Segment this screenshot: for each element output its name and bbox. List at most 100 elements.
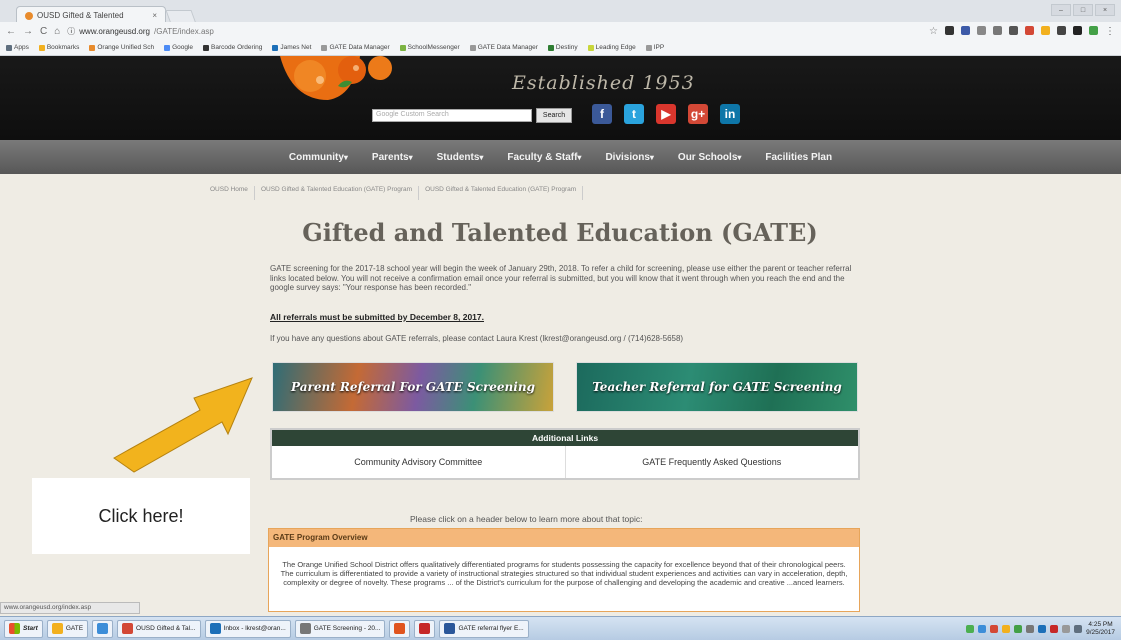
system-tray: 4:25 PM 9/25/2017 [966,621,1121,637]
extension-icon[interactable] [1025,25,1034,35]
nav-item[interactable]: Faculty & Staff▾ [495,152,593,163]
taskbar-item[interactable]: Inbox - lkrest@oran... [204,619,291,638]
forward-arrow-icon[interactable]: → [23,26,33,37]
gate-overview-header[interactable]: GATE Program Overview [269,529,859,547]
taskbar-item[interactable]: OUSD Gifted & Tal... [117,619,201,638]
nav-item[interactable]: Our Schools▾ [666,152,753,163]
bookmark-label: Leading Edge [595,44,636,51]
established-text: Established 1953 [512,72,695,94]
bookmark-item[interactable]: Orange Unified Sch [89,44,154,51]
address-bar[interactable]: ⓘ www.orangeusd.org/GATE/index.asp [67,26,214,37]
breadcrumb: OUSD Home OUSD Gifted & Talented Educatio… [210,186,730,200]
taskbar-app-icon [51,623,63,634]
youtube-icon[interactable]: ▶ [656,104,676,124]
taskbar-item[interactable] [92,619,114,638]
bookmark-item[interactable]: Destiny [547,44,578,51]
extension-icon[interactable] [1009,25,1018,35]
tray-icon[interactable] [978,624,987,633]
google-plus-icon[interactable]: g+ [688,104,708,124]
twitter-icon[interactable]: t [624,104,644,124]
bookmark-item[interactable]: Apps [6,44,29,51]
maximize-button[interactable]: □ [1073,4,1093,16]
system-clock[interactable]: 4:25 PM 9/25/2017 [1086,621,1115,637]
bookmark-item[interactable]: IPP [645,44,664,51]
tray-icon[interactable] [966,624,975,633]
start-button[interactable]: Start [4,619,43,638]
extension-icon[interactable] [1073,25,1082,35]
tray-icon[interactable] [1014,624,1023,633]
taskbar-item[interactable] [414,619,436,638]
nav-item[interactable]: Community▾ [277,152,360,163]
taskbar-item[interactable] [389,619,411,638]
extension-icon[interactable] [993,25,1002,35]
bookmark-icon [164,44,171,51]
parent-referral-button[interactable]: Parent Referral For GATE Screening [272,362,554,412]
browser-toolbar: ← → C ⌂ ⓘ www.orangeusd.org/GATE/index.a… [0,22,1121,40]
nav-item-label: Facilities Plan [765,151,833,163]
breadcrumb-item[interactable]: OUSD Home [210,186,255,200]
taskbar-item-label: OUSD Gifted & Tal... [136,625,196,632]
back-arrow-icon[interactable]: ← [6,26,16,37]
facebook-icon[interactable]: f [592,104,612,124]
status-bar-url: www.orangeusd.org/index.asp [0,602,140,614]
taskbar-item[interactable]: GATE [46,619,89,638]
clock-time: 4:25 PM [1088,620,1113,628]
star-icon[interactable]: ☆ [929,26,938,37]
volume-icon[interactable] [1074,624,1083,633]
extension-icon[interactable] [945,25,954,35]
orange-favicon-icon [25,11,33,20]
tray-icon[interactable] [1038,624,1047,633]
bookmark-item[interactable]: SchoolMessenger [399,44,460,51]
bookmark-label: Barcode Ordering [211,44,263,51]
home-icon[interactable]: ⌂ [54,26,60,37]
tray-icon[interactable] [1062,624,1071,633]
window-controls: – □ × [1051,4,1115,16]
deadline-notice: All referrals must be submitted by Decem… [270,312,485,322]
nav-item[interactable]: Parents▾ [360,152,425,163]
page-title: Gifted and Talented Education (GATE) [302,218,818,247]
menu-icon[interactable]: ⋮ [1105,26,1115,37]
bookmark-item[interactable]: GATE Data Manager [321,44,390,51]
extension-icon[interactable] [961,25,970,35]
bookmark-item[interactable]: James Net [272,44,311,51]
extension-icon[interactable] [1041,25,1050,35]
extension-icon[interactable] [1089,25,1098,35]
extension-icon[interactable] [1057,25,1066,35]
nav-item[interactable]: Students▾ [425,152,496,163]
linkedin-icon[interactable]: in [720,104,740,124]
community-advisory-committee-link[interactable]: Community Advisory Committee [272,446,565,478]
extension-icon[interactable] [977,25,986,35]
bookmark-item[interactable]: GATE Data Manager [469,44,538,51]
tray-icon[interactable] [1050,624,1059,633]
oranges-logo [280,56,392,100]
gate-faq-link[interactable]: GATE Frequently Asked Questions [564,446,859,478]
tab-close-icon[interactable]: × [152,11,157,20]
nav-item-label: Students [436,151,480,163]
bookmark-icon [587,44,594,51]
minimize-button[interactable]: – [1051,4,1071,16]
teacher-referral-button[interactable]: Teacher Referral for GATE Screening [576,362,858,412]
bookmark-item[interactable]: Barcode Ordering [203,44,262,51]
nav-item[interactable]: Facilities Plan [753,152,844,163]
taskbar-app-icon [97,623,109,634]
bookmark-item[interactable]: Google [164,44,193,51]
bookmark-item[interactable]: Leading Edge [587,44,636,51]
breadcrumb-item[interactable]: OUSD Gifted & Talented Education (GATE) … [261,186,420,200]
chevron-down-icon: ▾ [649,152,654,162]
taskbar-item[interactable]: GATE Screening - 20... [294,619,386,638]
bookmark-icon [321,44,328,51]
bookmark-label: SchoolMessenger [407,44,460,51]
taskbar-app-icon [209,623,221,634]
nav-item[interactable]: Divisions▾ [593,152,665,163]
breadcrumb-item[interactable]: OUSD Gifted & Talented Education (GATE) … [425,186,584,200]
bookmarks-bar: Apps Bookmarks Orange Unified Sch Google Bar… [0,40,1121,56]
search-button[interactable]: Search [536,108,572,123]
close-window-button[interactable]: × [1095,4,1115,16]
tray-icon[interactable] [990,624,999,633]
search-input[interactable]: Google Custom Search [372,109,532,122]
bookmark-item[interactable]: Bookmarks [38,44,79,51]
taskbar-item[interactable]: GATE referral flyer E... [439,619,529,638]
reload-icon[interactable]: C [40,26,47,37]
tray-icon[interactable] [1026,624,1035,633]
tray-icon[interactable] [1002,624,1011,633]
